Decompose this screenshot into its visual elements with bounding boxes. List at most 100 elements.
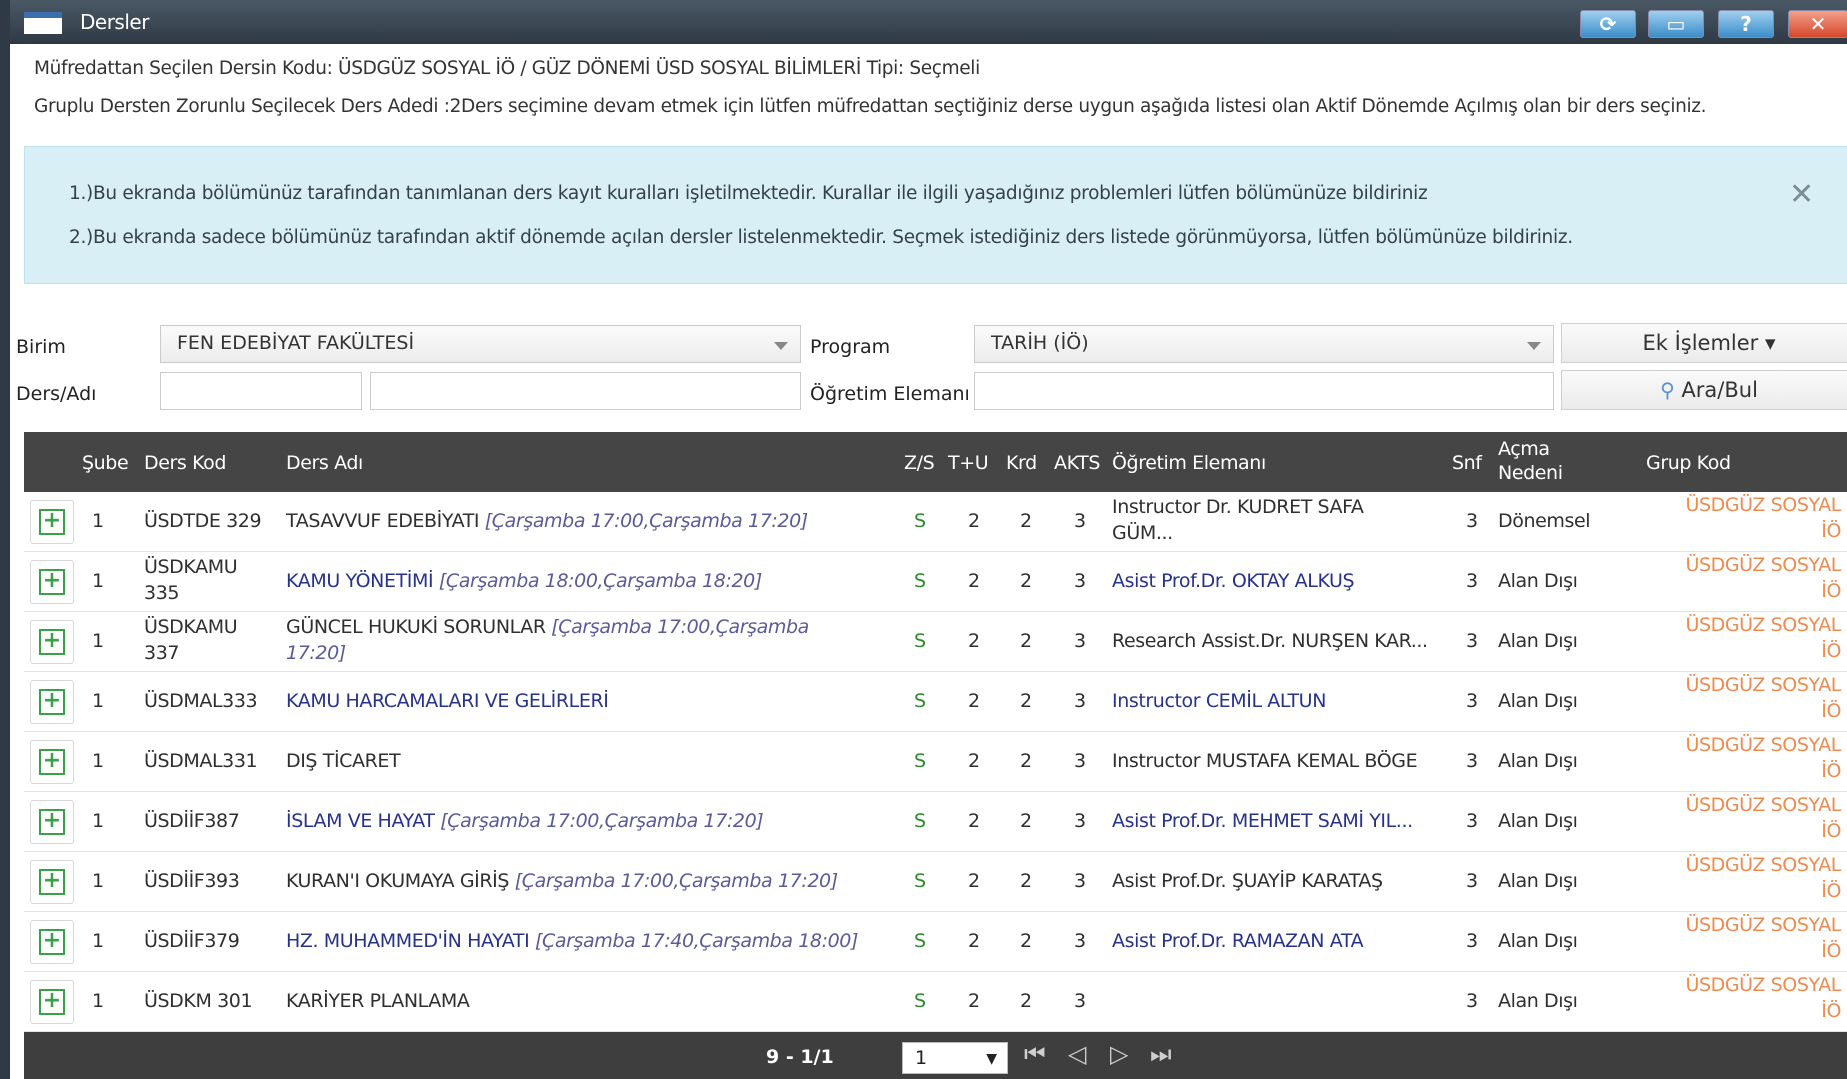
dersler-window: Dersler ⟳ ▭ ? ✕ Müfredattan Seçilen Ders… xyxy=(0,0,1847,1079)
add-course-button[interactable]: + xyxy=(30,800,74,844)
table-row[interactable]: +1 ÜSDMAL331 DIŞ TİCARET S 2 2 3 Instructor MUS… xyxy=(24,732,1847,792)
col-ogretim[interactable]: Öğretim Elemanı xyxy=(1112,452,1266,474)
ders-adi-text: İSLAM VE HAYAT xyxy=(286,810,435,832)
next-page-icon[interactable]: ▷ xyxy=(1110,1040,1128,1068)
col-acma-line1[interactable]: Açma xyxy=(1498,438,1550,460)
acma-nedeni-cell: Alan Dışı xyxy=(1498,930,1578,952)
table-row[interactable]: +1 ÜSDİİF379 HZ. MUHAMMED'İN HAYATI [Çarşa… xyxy=(24,912,1847,972)
add-course-button[interactable]: + xyxy=(30,620,74,664)
search-icon: ⚲ xyxy=(1660,378,1675,402)
group-course-info: Gruplu Dersten Zorunlu Seçilecek Ders Ad… xyxy=(34,96,1707,117)
krd-cell: 2 xyxy=(1020,630,1032,652)
window-icon xyxy=(24,12,62,34)
col-ders-adi[interactable]: Ders Adı xyxy=(286,452,363,474)
ders-kod-cell-line2: 337 xyxy=(144,642,180,664)
help-button[interactable]: ? xyxy=(1718,10,1774,38)
tu-cell: 2 xyxy=(968,990,980,1012)
table-row[interactable]: +1 ÜSDTDE 329 TASAVVUF EDEBİYATI [Çarşamba… xyxy=(24,492,1847,552)
chevron-down-icon xyxy=(1527,342,1541,350)
akts-cell: 3 xyxy=(1074,750,1086,772)
ders-adi-cell[interactable]: HZ. MUHAMMED'İN HAYATI [Çarşamba 17:40,Ç… xyxy=(286,930,858,952)
ders-kod-cell: ÜSDMAL331 xyxy=(144,750,258,772)
plus-icon: + xyxy=(39,749,65,775)
col-snf[interactable]: Snf xyxy=(1452,452,1482,474)
grup-kod-cell-line2: İÖ xyxy=(1821,940,1841,962)
krd-cell: 2 xyxy=(1020,810,1032,832)
add-course-button[interactable]: + xyxy=(30,980,74,1024)
ders-adi-label: Ders/Adı xyxy=(16,383,97,405)
snf-cell: 3 xyxy=(1466,750,1478,772)
table-row[interactable]: +1 ÜSDKAMU 335 KAMU YÖNETİMİ [Çarşamba 18:0… xyxy=(24,552,1847,612)
ogretim-elemani-input[interactable] xyxy=(974,372,1554,410)
table-row[interactable]: +1 ÜSDKM 301 KARİYER PLANLAMA S 2 2 3 3 Alan Dış… xyxy=(24,972,1847,1032)
add-course-button[interactable]: + xyxy=(30,920,74,964)
col-grup-kod[interactable]: Grup Kod xyxy=(1646,452,1731,474)
ek-islemler-button[interactable]: Ek İşlemler ▾ xyxy=(1561,323,1847,363)
search-button[interactable]: ⚲ Ara/Bul xyxy=(1561,370,1847,410)
ders-adi-cell[interactable]: İSLAM VE HAYAT [Çarşamba 17:00,Çarşamba … xyxy=(286,810,764,832)
ders-kod-cell: ÜSDTDE 329 xyxy=(144,510,262,532)
col-acma-line2[interactable]: Nedeni xyxy=(1498,462,1563,484)
sube-cell: 1 xyxy=(92,750,104,772)
ders-adi-input[interactable] xyxy=(370,372,801,410)
plus-icon: + xyxy=(39,629,65,655)
col-sube[interactable]: Şube xyxy=(82,452,129,474)
ders-adi-cell[interactable]: KAMU YÖNETİMİ [Çarşamba 18:00,Çarşamba 1… xyxy=(286,570,762,592)
add-course-button[interactable]: + xyxy=(30,680,74,724)
page-select[interactable]: 1 ▼ xyxy=(902,1042,1008,1074)
krd-cell: 2 xyxy=(1020,750,1032,772)
acma-nedeni-cell: Alan Dışı xyxy=(1498,870,1578,892)
window-titlebar[interactable]: Dersler ⟳ ▭ ? ✕ xyxy=(10,0,1847,44)
alert-close-icon[interactable]: ✕ xyxy=(1789,177,1814,212)
close-button[interactable]: ✕ xyxy=(1788,10,1847,38)
refresh-button[interactable]: ⟳ xyxy=(1580,10,1636,38)
add-course-button[interactable]: + xyxy=(30,560,74,604)
minimize-button[interactable]: ▭ xyxy=(1648,10,1704,38)
table-row[interactable]: +1 ÜSDMAL333 KAMU HARCAMALARI VE GELİRLERİ… xyxy=(24,672,1847,732)
zs-cell: S xyxy=(914,990,926,1012)
col-tu[interactable]: T+U xyxy=(948,452,989,474)
krd-cell: 2 xyxy=(1020,510,1032,532)
ders-adi-text: KAMU YÖNETİMİ xyxy=(286,570,434,592)
tu-cell: 2 xyxy=(968,870,980,892)
program-select[interactable]: TARİH (İÖ) xyxy=(974,325,1554,363)
akts-cell: 3 xyxy=(1074,930,1086,952)
add-course-button[interactable]: + xyxy=(30,860,74,904)
birim-select[interactable]: FEN EDEBİYAT FAKÜLTESİ xyxy=(160,325,801,363)
acma-nedeni-cell: Alan Dışı xyxy=(1498,750,1578,772)
ogretim-cell[interactable]: Instructor CEMİL ALTUN xyxy=(1112,690,1326,712)
selected-course-info: Müfredattan Seçilen Dersin Kodu: ÜSDGÜZ … xyxy=(34,58,980,79)
grup-kod-cell: ÜSDGÜZ SOSYAL xyxy=(1685,614,1841,636)
grid-header: Şube Ders Kod Ders Adı Z/S T+U Krd AKTS … xyxy=(24,432,1847,492)
ogretim-cell[interactable]: Asist Prof.Dr. OKTAY ALKUŞ xyxy=(1112,570,1355,592)
snf-cell: 3 xyxy=(1466,990,1478,1012)
grup-kod-cell: ÜSDGÜZ SOSYAL xyxy=(1685,914,1841,936)
first-page-icon[interactable]: ⏮ xyxy=(1024,1040,1046,1068)
schedule-text: [Çarşamba 17:40,Çarşamba 18:00] xyxy=(534,930,858,952)
program-value: TARİH (İÖ) xyxy=(991,332,1089,354)
last-page-icon[interactable]: ⏭ xyxy=(1150,1040,1172,1068)
chevron-down-icon xyxy=(774,342,788,350)
courses-grid: Şube Ders Kod Ders Adı Z/S T+U Krd AKTS … xyxy=(24,432,1847,1079)
ogretim-cell[interactable]: Asist Prof.Dr. MEHMET SAMİ YIL... xyxy=(1112,810,1413,832)
col-zs[interactable]: Z/S xyxy=(904,452,935,474)
table-row[interactable]: +1 ÜSDKAMU 337 GÜNCEL HUKUKİ SORUNLAR [Çarş… xyxy=(24,612,1847,672)
prev-page-icon[interactable]: ◁ xyxy=(1068,1040,1086,1068)
table-row[interactable]: +1 ÜSDİİF387 İSLAM VE HAYAT [Çarşamba 17:0… xyxy=(24,792,1847,852)
grup-kod-cell: ÜSDGÜZ SOSYAL xyxy=(1685,854,1841,876)
tu-cell: 2 xyxy=(968,630,980,652)
col-akts[interactable]: AKTS xyxy=(1054,452,1100,474)
ogretim-cell[interactable]: Asist Prof.Dr. RAMAZAN ATA xyxy=(1112,930,1364,952)
col-ders-kod[interactable]: Ders Kod xyxy=(144,452,226,474)
grup-kod-cell: ÜSDGÜZ SOSYAL xyxy=(1685,494,1841,516)
ders-adi-cell[interactable]: KAMU HARCAMALARI VE GELİRLERİ xyxy=(286,690,609,712)
table-row[interactable]: +1 ÜSDİİF393 KURAN'I OKUMAYA GİRİŞ [Çarşam… xyxy=(24,852,1847,912)
ders-adi-text: KARİYER PLANLAMA xyxy=(286,990,470,1012)
col-krd[interactable]: Krd xyxy=(1006,452,1037,474)
akts-cell: 3 xyxy=(1074,690,1086,712)
add-course-button[interactable]: + xyxy=(30,740,74,784)
acma-nedeni-cell: Alan Dışı xyxy=(1498,690,1578,712)
ders-kod-input[interactable] xyxy=(160,372,362,410)
zs-cell: S xyxy=(914,630,926,652)
add-course-button[interactable]: + xyxy=(30,500,74,544)
